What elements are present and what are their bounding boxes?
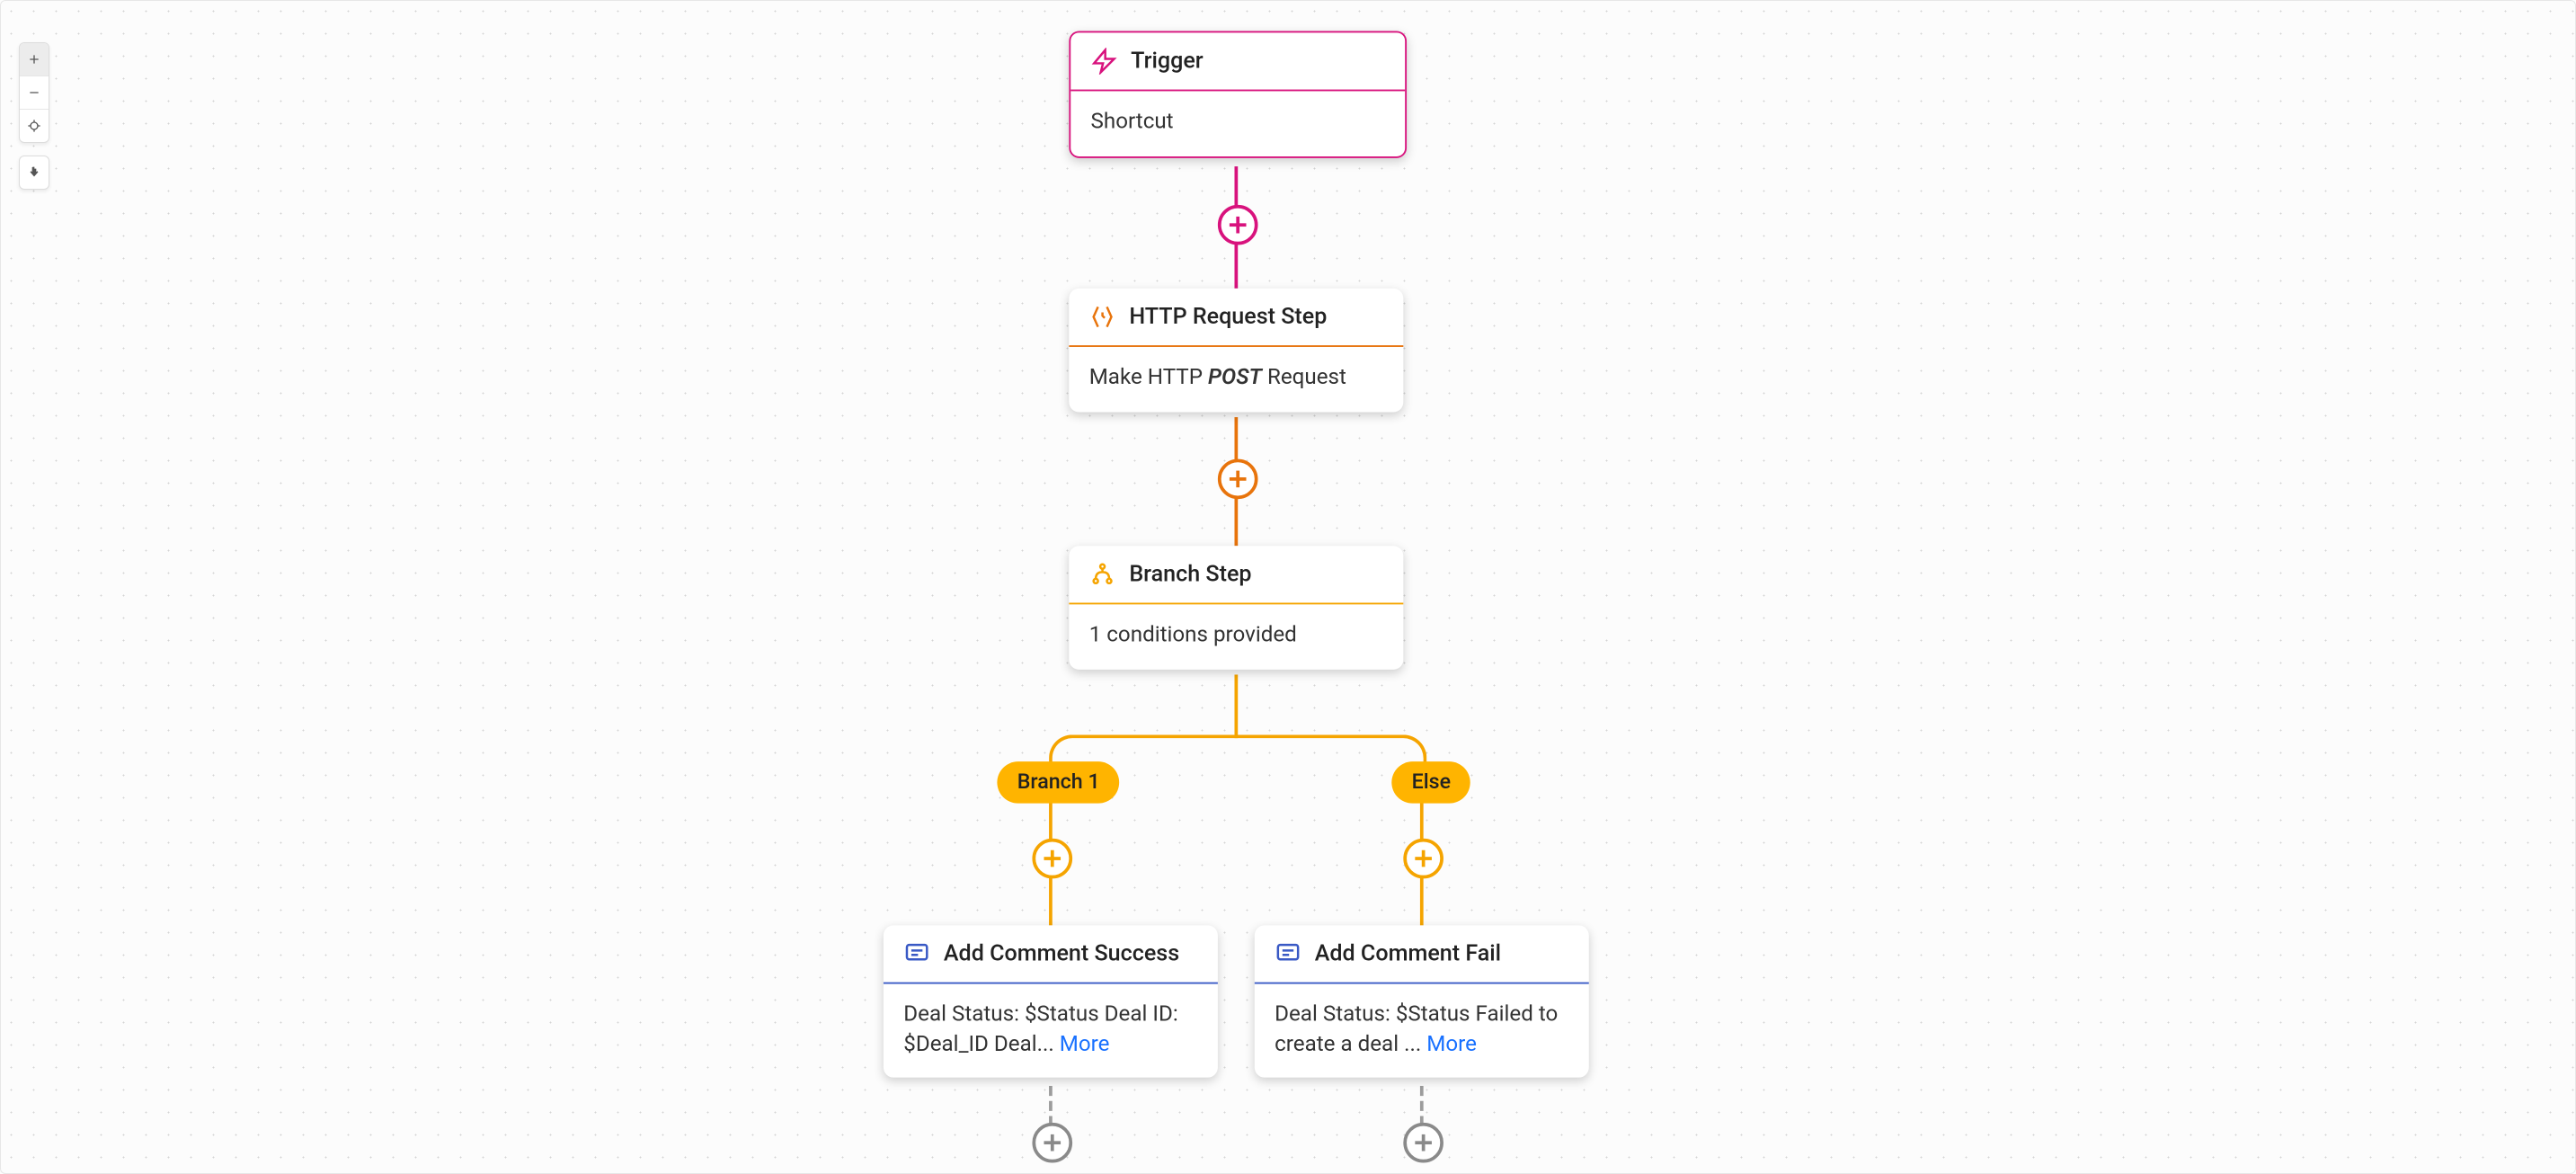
branch-pill-branch1[interactable]: Branch 1 <box>997 761 1120 803</box>
fail-text: Deal Status: $Status Failed to create a … <box>1275 1002 1558 1057</box>
success-more-link[interactable]: More <box>1060 1032 1110 1057</box>
success-title: Add Comment Success <box>944 940 1179 967</box>
fail-header: Add Comment Fail <box>1255 925 1589 983</box>
http-node[interactable]: HTTP Request Step Make HTTP POST Request <box>1069 289 1403 412</box>
trigger-header: Trigger <box>1070 32 1405 91</box>
fail-title: Add Comment Fail <box>1315 940 1501 967</box>
http-body-post: Request <box>1262 365 1346 390</box>
add-step-after-http[interactable] <box>1218 459 1258 500</box>
http-method: POST <box>1208 365 1262 390</box>
success-header: Add Comment Success <box>884 925 1218 983</box>
fail-node[interactable]: Add Comment Fail Deal Status: $Status Fa… <box>1255 925 1589 1077</box>
comment-icon <box>1275 940 1301 967</box>
edge-success-tail <box>1049 1086 1053 1126</box>
success-node[interactable]: Add Comment Success Deal Status: $Status… <box>884 925 1218 1077</box>
flow-canvas[interactable]: Trigger Shortcut HTTP Request Step Make … <box>1 1 2575 1173</box>
http-title: HTTP Request Step <box>1129 304 1327 331</box>
trigger-title: Trigger <box>1131 48 1203 75</box>
branch-header: Branch Step <box>1069 546 1403 604</box>
edge-fail-tail <box>1420 1086 1424 1126</box>
branch-node[interactable]: Branch Step 1 conditions provided <box>1069 546 1403 669</box>
success-text: Deal Status: $Status Deal ID: $Deal_ID D… <box>903 1002 1177 1057</box>
comment-icon <box>903 940 930 967</box>
add-step-after-success[interactable] <box>1032 1123 1072 1163</box>
fail-body: Deal Status: $Status Failed to create a … <box>1255 984 1589 1078</box>
lightning-icon <box>1091 48 1118 75</box>
add-step-after-fail[interactable] <box>1403 1123 1443 1163</box>
flow-stage: Trigger Shortcut HTTP Request Step Make … <box>1 1 2575 1174</box>
http-body: Make HTTP POST Request <box>1069 347 1403 412</box>
add-step-else[interactable] <box>1403 839 1443 879</box>
edge-branch-stem <box>1234 674 1238 738</box>
branch-body: 1 conditions provided <box>1069 604 1403 669</box>
fail-more-link[interactable]: More <box>1426 1032 1477 1057</box>
add-step-after-trigger[interactable] <box>1218 205 1258 245</box>
trigger-body: Shortcut <box>1070 91 1405 156</box>
branch-title: Branch Step <box>1129 561 1251 588</box>
success-body: Deal Status: $Status Deal ID: $Deal_ID D… <box>884 984 1218 1078</box>
http-header: HTTP Request Step <box>1069 289 1403 347</box>
trigger-node[interactable]: Trigger Shortcut <box>1069 31 1407 156</box>
branch-pill-else[interactable]: Else <box>1391 761 1470 803</box>
add-step-branch1[interactable] <box>1032 839 1072 879</box>
http-icon <box>1089 304 1116 331</box>
http-body-pre: Make HTTP <box>1089 365 1208 390</box>
branch-icon <box>1089 561 1116 588</box>
